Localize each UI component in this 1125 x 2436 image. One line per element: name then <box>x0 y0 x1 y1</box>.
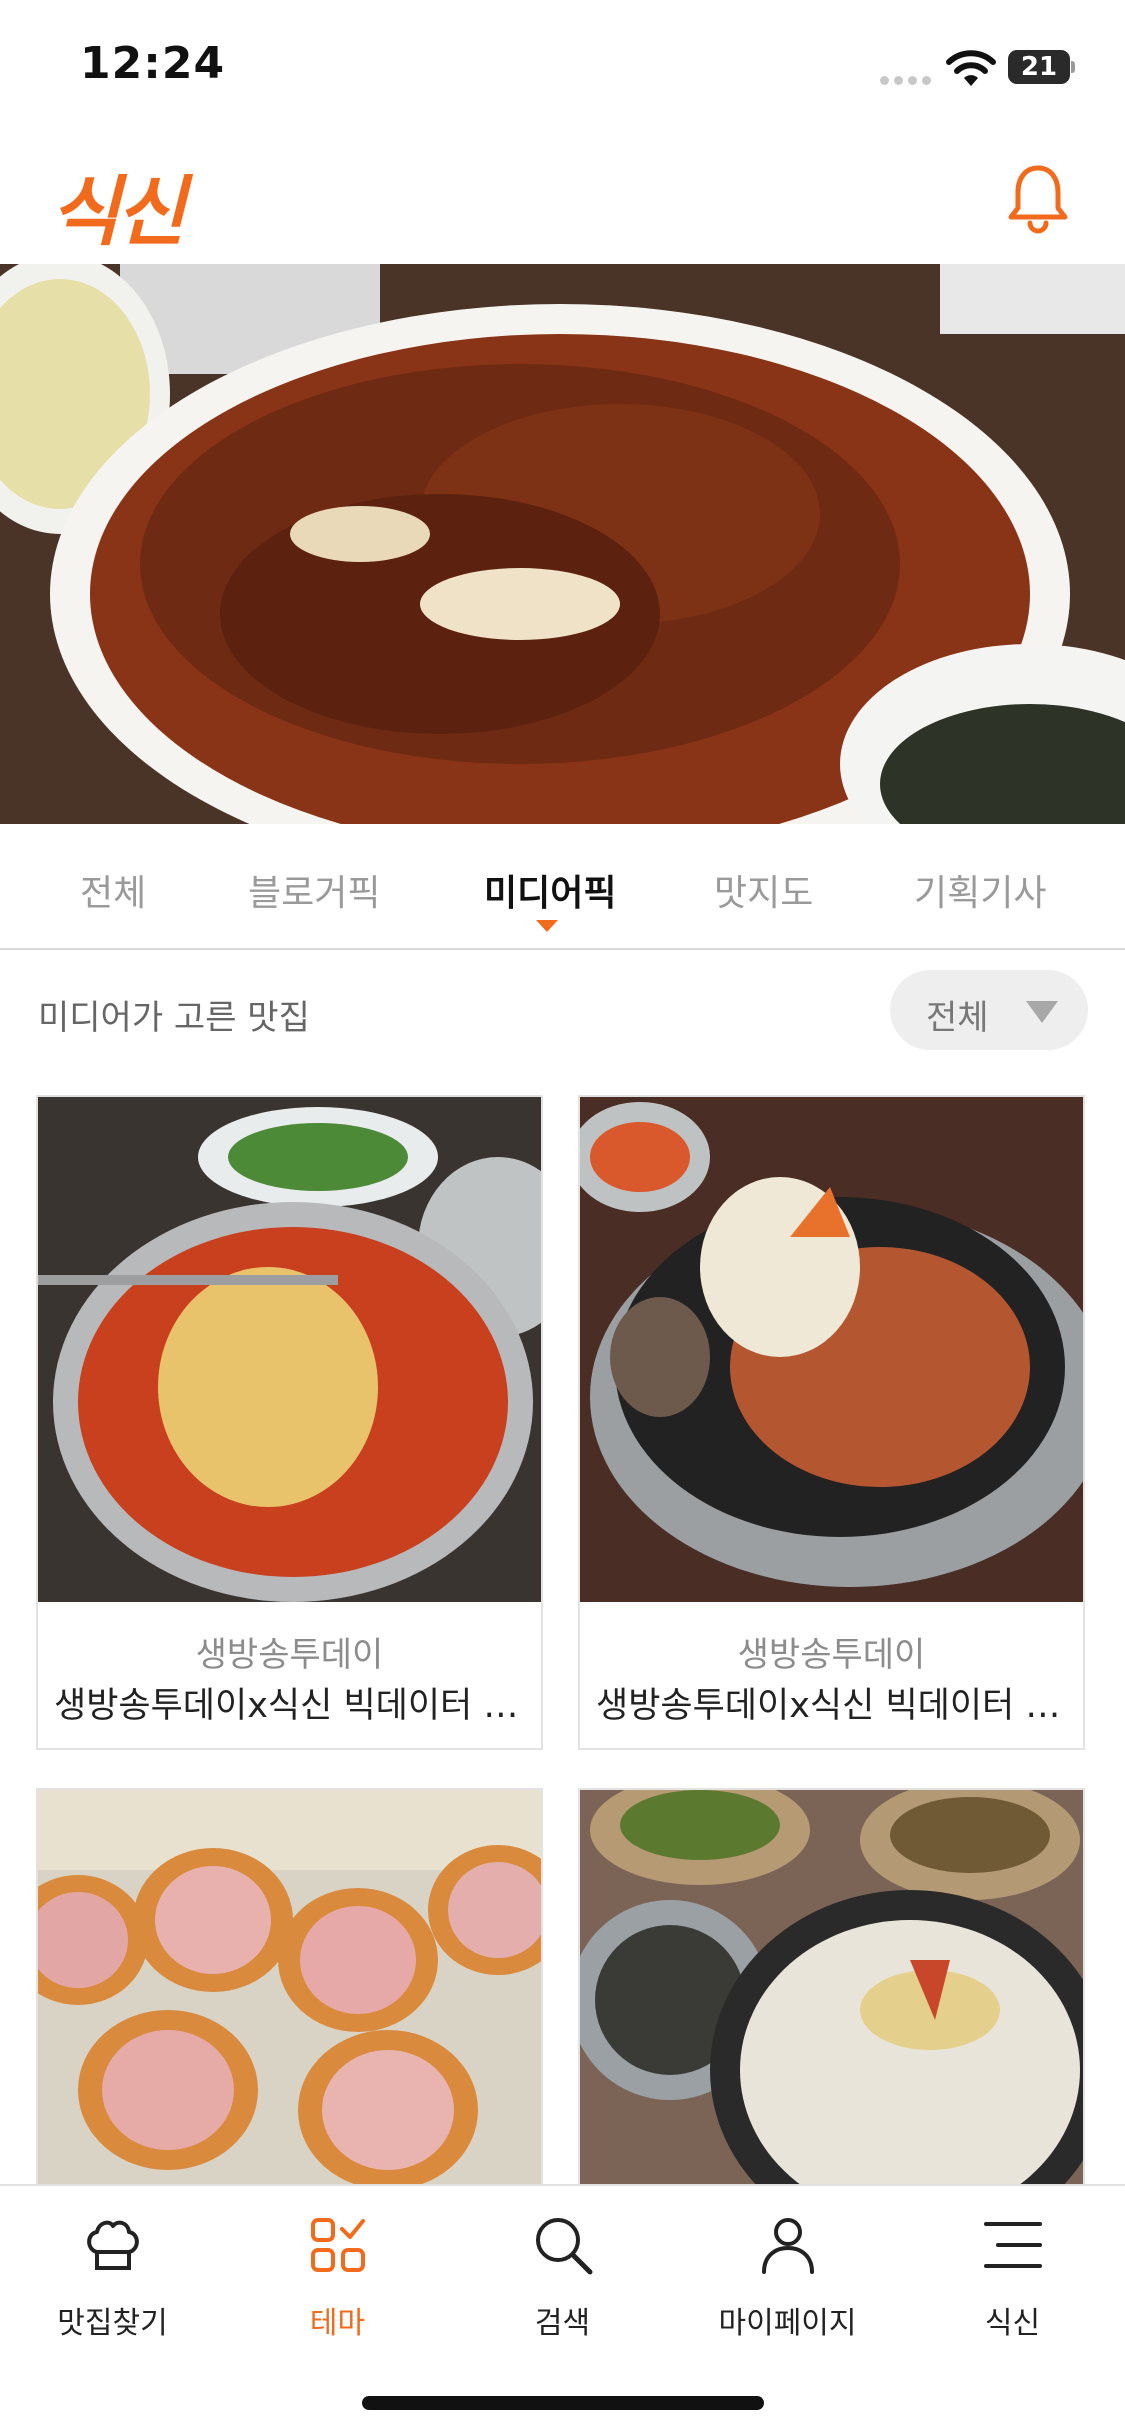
menu-icon <box>984 2222 1042 2268</box>
tab-media-pick[interactable]: 미디어픽 <box>484 864 616 916</box>
nav-theme[interactable]: 테마 <box>225 2186 450 2386</box>
nav-my-page[interactable]: 마이페이지 <box>675 2186 900 2386</box>
nav-label: 테마 <box>309 2306 366 2341</box>
restaurant-card[interactable]: 생방송투데이 생방송투데이x식신 빅데이터 맛집 <box>578 1095 1085 1750</box>
hero-food-image <box>0 264 1125 824</box>
tab-all[interactable]: 전체 <box>80 864 146 916</box>
nav-label: 마이페이지 <box>718 2306 857 2341</box>
card-food-image <box>580 1097 1083 1602</box>
restaurant-card[interactable] <box>36 1788 543 2208</box>
bell-icon[interactable] <box>1000 160 1076 236</box>
restaurant-card[interactable]: 생방송투데이 생방송투데이x식신 빅데이터 맛집 <box>36 1095 543 1750</box>
card-title: 생방송투데이x식신 빅데이터 맛집 <box>54 1686 526 1726</box>
theme-grid-icon <box>311 2218 365 2272</box>
filter-dropdown[interactable]: 전체 <box>890 970 1088 1050</box>
section-title: 미디어가 고른 맛집 <box>38 998 310 1038</box>
dropdown-arrow-icon <box>1026 1001 1058 1023</box>
chef-hat-icon <box>87 2220 139 2270</box>
nav-label: 식신 <box>984 2306 1041 2341</box>
battery-icon: 21 <box>1008 50 1075 84</box>
card-source: 생방송투데이 <box>737 1635 926 1675</box>
app-header: 식신 <box>0 132 1125 264</box>
person-icon <box>762 2218 814 2274</box>
card-title: 생방송투데이x식신 빅데이터 맛집 <box>596 1686 1068 1726</box>
status-bar: 12:24 21 <box>0 0 1125 132</box>
nav-search[interactable]: 검색 <box>450 2186 675 2386</box>
filter-value: 전체 <box>926 998 989 1038</box>
card-source: 생방송투데이 <box>195 1635 384 1675</box>
tab-food-map[interactable]: 맛지도 <box>714 864 813 916</box>
category-tabs: 전체 블로거픽 미디어픽 맛지도 기획기사 <box>0 824 1125 950</box>
tab-blogger-pick[interactable]: 블로거픽 <box>248 864 380 916</box>
cellular-signal-icon <box>880 76 932 86</box>
card-food-image <box>38 1790 541 2206</box>
status-time: 12:24 <box>80 38 226 89</box>
home-indicator <box>362 2396 764 2410</box>
nav-label: 검색 <box>534 2306 591 2341</box>
nav-find-restaurants[interactable]: 맛집찾기 <box>0 2186 225 2386</box>
card-food-image <box>38 1097 541 1602</box>
nav-siksin-menu[interactable]: 식신 <box>900 2186 1125 2386</box>
card-food-image <box>580 1790 1083 2206</box>
app-logo[interactable]: 식신 <box>50 150 186 260</box>
search-icon <box>536 2218 593 2275</box>
battery-level: 21 <box>1020 52 1058 82</box>
nav-label: 맛집찾기 <box>57 2306 168 2341</box>
restaurant-card[interactable] <box>578 1788 1085 2208</box>
wifi-icon <box>946 50 996 86</box>
tab-feature-articles[interactable]: 기획기사 <box>914 864 1046 916</box>
active-tab-indicator <box>536 920 558 932</box>
hero-banner[interactable] <box>0 264 1125 824</box>
